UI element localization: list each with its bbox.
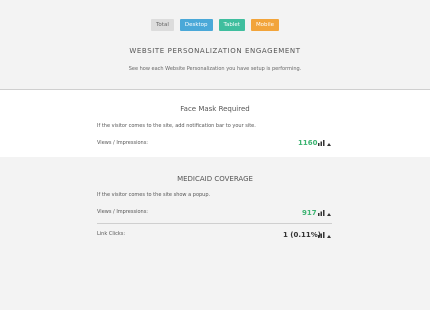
- views-label: Views / Impressions:: [97, 209, 148, 215]
- views-value: 917: [302, 209, 317, 217]
- bar-chart-icon[interactable]: [318, 140, 325, 146]
- views-value: 1160: [298, 139, 318, 147]
- filter-desktop-button[interactable]: Desktop: [179, 19, 213, 31]
- views-label: Views / Impressions:: [97, 140, 148, 146]
- card-description: If the visitor comes to the site show a …: [97, 192, 211, 198]
- filter-mobile-button[interactable]: Mobile: [250, 19, 279, 31]
- personalization-card: Face Mask Required If the visitor comes …: [0, 90, 430, 157]
- bar-chart-icon[interactable]: [318, 232, 325, 238]
- caret-up-icon[interactable]: [327, 143, 331, 146]
- card-title: MEDICAID COVERAGE: [177, 175, 253, 183]
- bar-chart-icon[interactable]: [318, 210, 325, 216]
- page-subtitle: See how each Website Personalization you…: [128, 66, 302, 72]
- header: Total Desktop Tablet Mobile WEBSITE PERS…: [0, 0, 430, 89]
- caret-up-icon[interactable]: [327, 235, 331, 238]
- card-description: If the visitor comes to the site, add no…: [97, 123, 256, 129]
- metric-divider: [97, 223, 332, 224]
- page-title: WEBSITE PERSONALIZATION ENGAGEMENT: [129, 47, 301, 55]
- page: Total Desktop Tablet Mobile WEBSITE PERS…: [0, 0, 430, 310]
- filter-total-button[interactable]: Total: [151, 19, 174, 31]
- filter-tablet-button[interactable]: Tablet: [218, 19, 245, 31]
- personalization-card: MEDICAID COVERAGE If the visitor comes t…: [0, 157, 430, 310]
- card-title: Face Mask Required: [180, 105, 250, 113]
- caret-up-icon[interactable]: [327, 213, 331, 216]
- link-clicks-label: Link Clicks:: [97, 231, 126, 237]
- device-filter-group: Total Desktop Tablet Mobile: [0, 19, 430, 31]
- link-clicks-value: 1 (0.11%): [283, 231, 321, 239]
